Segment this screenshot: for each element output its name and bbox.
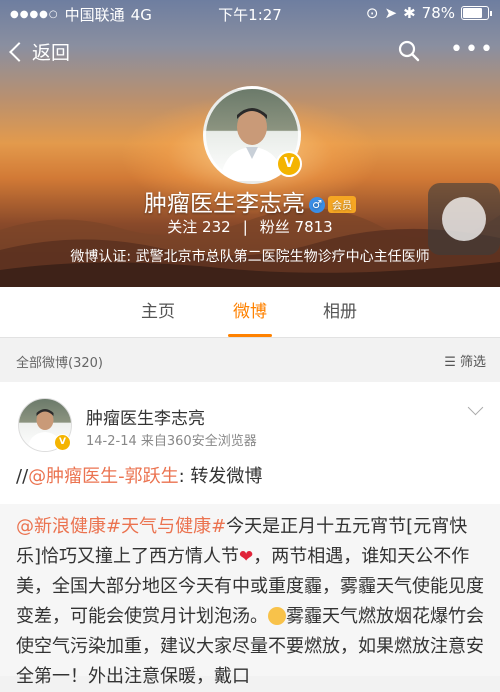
following-link[interactable]: 关注 232	[167, 218, 230, 236]
following-count: 232	[202, 218, 231, 236]
heart-icon: ❤	[239, 547, 254, 567]
all-posts-count: 全部微博(320)	[16, 356, 103, 371]
followers-link[interactable]: 粉丝 7813	[260, 218, 333, 236]
profile-name-row: 肿瘤医生李志亮 ♂ 会员	[0, 184, 500, 218]
quoted-post-text: @新浪健康#天气与健康#今天是正月十五元宵节[元宵快乐]恰巧又撞上了西方情人节❤…	[16, 516, 484, 687]
post-source: 来自360安全浏览器	[140, 434, 257, 449]
vip-badge[interactable]: 会员	[328, 196, 356, 213]
tab-home[interactable]: 主页	[108, 287, 208, 337]
verified-badge-icon: V	[54, 434, 71, 451]
back-button[interactable]: 返回	[9, 38, 71, 65]
crying-face-icon	[268, 607, 286, 625]
followers-count: 7813	[294, 218, 333, 236]
verification-info: 微博认证: 武警北京市总队第二医院生物诊疗中心主任医师	[0, 246, 500, 266]
mention-link[interactable]: @肿瘤医生-郭跃生	[28, 466, 179, 487]
stats-divider: |	[242, 218, 248, 236]
profile-stats: 关注 232 | 粉丝 7813	[0, 216, 500, 237]
back-label: 返回	[32, 42, 71, 64]
post-date: 14-2-14	[86, 434, 137, 449]
post-meta: 14-2-14 来自360安全浏览器	[86, 430, 257, 449]
filter-bar: 全部微博(320) ☰ 筛选	[0, 343, 500, 377]
assistive-touch-button[interactable]	[428, 183, 500, 255]
verification-label: 微博认证:	[70, 249, 132, 265]
repost-text: //@肿瘤医生-郭跃生: 转发微博	[16, 466, 263, 487]
verification-text: 武警北京市总队第二医院生物诊疗中心主任医师	[135, 249, 430, 265]
location-icon: ➤	[384, 4, 398, 22]
filter-button[interactable]: ☰ 筛选	[444, 351, 486, 370]
post-author[interactable]: 肿瘤医生李志亮	[86, 404, 205, 429]
verified-badge-icon: V	[276, 151, 302, 177]
quoted-post[interactable]: @新浪健康#天气与健康#今天是正月十五元宵节[元宵快乐]恰巧又撞上了西方情人节❤…	[0, 504, 500, 687]
filter-icon: ☰	[444, 355, 456, 370]
search-icon[interactable]	[398, 40, 420, 62]
tab-weibo[interactable]: 微博	[200, 287, 300, 337]
profile-header: ●●●●○ 中国联通 4G 下午1:27 ⊙ ➤ ✱ 78% 返回 ••• V	[0, 0, 500, 287]
mention-link[interactable]: @新浪健康	[16, 516, 106, 537]
hashtag-link[interactable]: #天气与健康#	[106, 516, 226, 537]
male-icon: ♂	[309, 196, 325, 213]
battery-icon	[461, 6, 489, 20]
chevron-down-icon[interactable]	[467, 399, 484, 416]
profile-name: 肿瘤医生李志亮	[144, 191, 305, 217]
lock-rotation-icon: ⊙	[365, 4, 379, 22]
profile-tabs: 主页 微博 相册	[0, 287, 500, 338]
bluetooth-icon: ✱	[403, 4, 416, 22]
status-bar: ●●●●○ 中国联通 4G 下午1:27 ⊙ ➤ ✱ 78%	[0, 0, 500, 26]
post-card[interactable]: V 肿瘤医生李志亮 14-2-14 来自360安全浏览器 //@肿瘤医生-郭跃生…	[0, 382, 500, 687]
chevron-left-icon	[9, 41, 29, 62]
tab-album[interactable]: 相册	[290, 287, 390, 337]
battery-percent: 78%	[421, 4, 455, 22]
